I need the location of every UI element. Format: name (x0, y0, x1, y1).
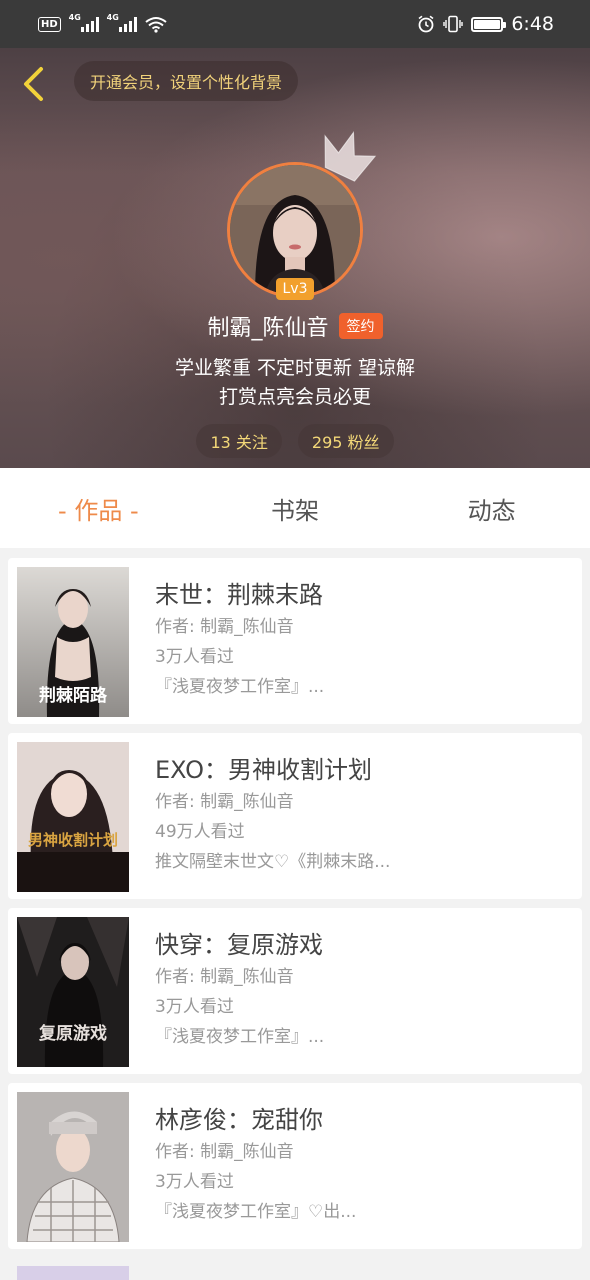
book-card[interactable]: 男神收割计划 EXO：男神收割计划 作者: 制霸_陈仙音 49万人看过 推文隔壁… (8, 733, 582, 899)
vip-background-button[interactable]: 开通会员，设置个性化背景 (74, 61, 299, 101)
bio-line: 学业繁重 不定时更新 望谅解 (174, 357, 416, 379)
book-cover[interactable] (17, 1092, 129, 1242)
following-button[interactable]: 13 关注 (196, 424, 282, 458)
cover-title: 复原游戏 (38, 1023, 107, 1044)
book-views: 3万人看过 (155, 647, 234, 667)
book-title[interactable]: 林彦俊：宠甜你 (155, 1103, 356, 1137)
cover-title: 荆棘陌路 (39, 685, 108, 706)
signal-icon: 4G (69, 13, 99, 32)
tab-activity[interactable]: 动态 (393, 468, 590, 548)
book-cover[interactable]: 复原游戏 (17, 917, 129, 1067)
book-list: 荆棘陌路 末世：荆棘末路 作者: 制霸_陈仙音 3万人看过 『浅夏夜梦工作室』.… (8, 558, 582, 1258)
status-left: HD 4G 4G (38, 13, 167, 33)
book-title[interactable]: EXO：男神收割计划 (155, 753, 390, 787)
book-cover[interactable]: 荆棘陌路 (17, 567, 129, 717)
book-info: EXO：男神收割计划 作者: 制霸_陈仙音 49万人看过 推文隔壁末世文♡《荆棘… (155, 753, 390, 877)
book-info: 快穿：复原游戏 作者: 制霸_陈仙音 3万人看过 『浅夏夜梦工作室』... (155, 928, 324, 1052)
book-author: 作者: 制霸_陈仙音 (155, 967, 294, 987)
signed-badge: 签约 (338, 313, 383, 339)
tab-bar: - 作品 - 书架 动态 (0, 468, 590, 548)
stats-row: 13 关注 295 粉丝 (0, 424, 590, 458)
book-views: 49万人看过 (155, 822, 245, 842)
status-bar: HD 4G 4G 6:48 (0, 0, 590, 48)
book-description: 『浅夏夜梦工作室』... (155, 1027, 325, 1047)
status-right: 6:48 (417, 13, 554, 35)
back-button[interactable] (18, 66, 48, 102)
chevron-left-icon (24, 67, 43, 101)
fans-button[interactable]: 295 粉丝 (297, 424, 394, 458)
book-description: 『浅夏夜梦工作室』♡出... (155, 1202, 357, 1222)
book-description: 『浅夏夜梦工作室』... (155, 677, 325, 697)
next-book-cover-peek (17, 1266, 129, 1280)
name-row: 制霸_陈仙音 签约 (0, 310, 590, 342)
user-name: 制霸_陈仙音 (207, 316, 329, 341)
cover-title: 男神收割计划 (28, 831, 118, 849)
book-title[interactable]: 末世：荆棘末路 (155, 578, 324, 612)
book-card[interactable]: 复原游戏 快穿：复原游戏 作者: 制霸_陈仙音 3万人看过 『浅夏夜梦工作室』.… (8, 908, 582, 1074)
book-cover[interactable]: 男神收割计划 (17, 742, 129, 892)
book-card[interactable]: 荆棘陌路 末世：荆棘末路 作者: 制霸_陈仙音 3万人看过 『浅夏夜梦工作室』.… (8, 558, 582, 724)
book-author: 作者: 制霸_陈仙音 (155, 617, 294, 637)
hd-badge: HD (38, 16, 61, 32)
vibrate-icon (443, 15, 464, 33)
book-author: 作者: 制霸_陈仙音 (155, 792, 294, 812)
book-info: 林彦俊：宠甜你 作者: 制霸_陈仙音 3万人看过 『浅夏夜梦工作室』♡出... (155, 1103, 356, 1227)
book-info: 末世：荆棘末路 作者: 制霸_陈仙音 3万人看过 『浅夏夜梦工作室』... (155, 578, 324, 702)
signal-icon-2: 4G (107, 13, 137, 32)
book-author: 作者: 制霸_陈仙音 (155, 1142, 294, 1162)
book-views: 3万人看过 (155, 1172, 234, 1192)
profile-header: 开通会员，设置个性化背景 Lv3 制霸_陈仙音 签约 学业繁重 不定时更新 望谅… (0, 48, 590, 468)
user-bio: 学业繁重 不定时更新 望谅解 打赏点亮会员必更 (0, 354, 590, 412)
clock: 6:48 (511, 13, 554, 35)
tab-bookshelf[interactable]: 书架 (197, 468, 394, 548)
crown-icon (324, 130, 377, 182)
level-badge: Lv3 (276, 278, 314, 300)
book-views: 3万人看过 (155, 997, 234, 1017)
wifi-icon (145, 16, 167, 33)
alarm-icon (418, 15, 434, 33)
battery-icon (471, 16, 507, 32)
book-description: 推文隔壁末世文♡《荆棘末路... (155, 852, 391, 872)
book-title[interactable]: 快穿：复原游戏 (155, 928, 324, 962)
tab-works[interactable]: - 作品 - (0, 468, 197, 548)
avatar-container[interactable]: Lv3 (227, 130, 377, 300)
book-card[interactable]: 林彦俊：宠甜你 作者: 制霸_陈仙音 3万人看过 『浅夏夜梦工作室』♡出... (8, 1083, 582, 1249)
bio-line: 打赏点亮会员必更 (218, 386, 371, 408)
